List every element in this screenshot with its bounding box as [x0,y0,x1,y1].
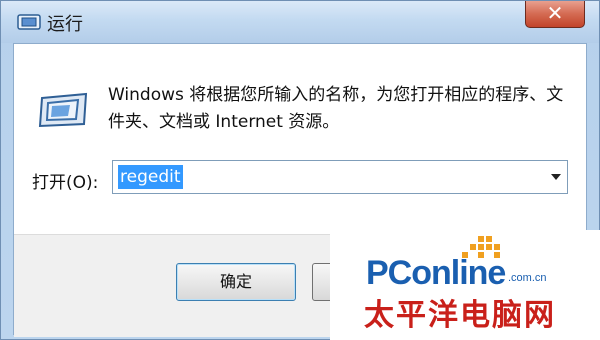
title-bar[interactable]: 运行 ✕ [1,1,599,43]
watermark-logo: PConline [366,254,506,292]
close-button[interactable]: ✕ [525,1,585,28]
open-label: 打开(O): [32,173,99,193]
watermark-domain: .com.cn [508,272,547,284]
chevron-down-icon[interactable] [551,174,561,180]
run-window-icon [17,14,41,30]
dialog-description: Windows 将根据您所输入的名称，为您打开相应的程序、文件夹、文档或 Int… [108,85,564,132]
command-combobox[interactable]: regedit [112,160,568,194]
ok-button[interactable]: 确定 [176,263,296,301]
run-app-icon [38,92,88,128]
window-title: 运行 [47,14,83,35]
pconline-watermark: PConline .com.cn 太平洋电脑网 [330,230,600,340]
command-input[interactable]: regedit [118,165,183,189]
watermark-name: 太平洋电脑网 [364,298,556,333]
